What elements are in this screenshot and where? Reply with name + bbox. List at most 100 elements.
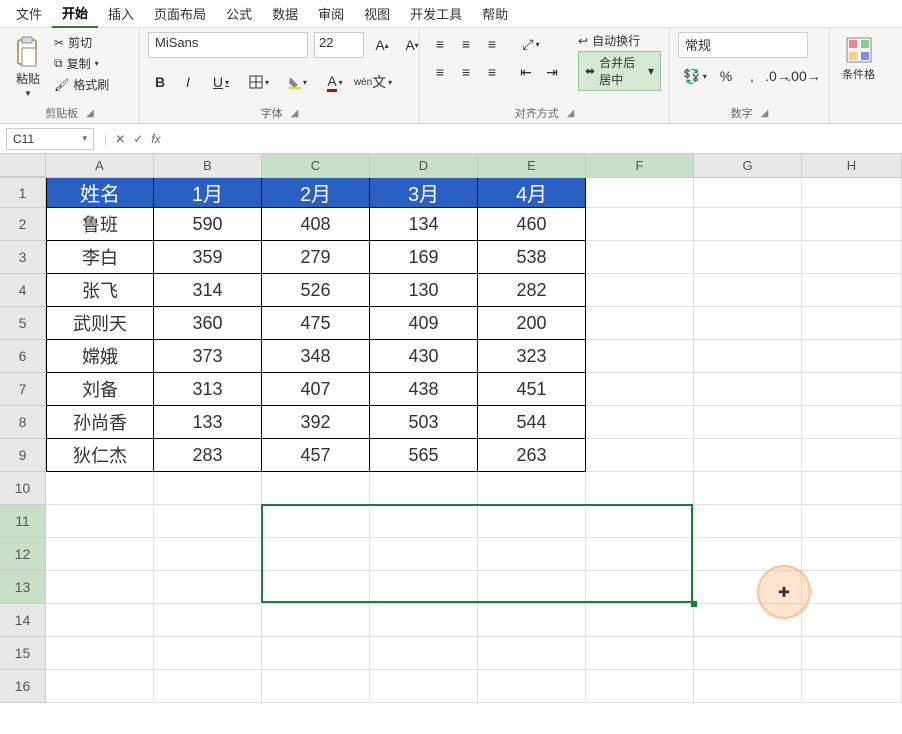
cell-E15[interactable] xyxy=(478,637,586,670)
cell-A8[interactable]: 孙尚香 xyxy=(46,406,154,439)
menu-item-6[interactable]: 审阅 xyxy=(308,0,354,27)
cell-A9[interactable]: 狄仁杰 xyxy=(46,439,154,472)
cell-A4[interactable]: 张飞 xyxy=(46,274,154,307)
col-header-C[interactable]: C xyxy=(262,154,370,177)
cell-A11[interactable] xyxy=(46,505,154,538)
cell-G10[interactable] xyxy=(694,472,802,505)
cell-B16[interactable] xyxy=(154,670,262,703)
align-middle-icon[interactable]: ≡ xyxy=(454,32,478,56)
align-top-icon[interactable]: ≡ xyxy=(428,32,452,56)
paste-button[interactable]: 粘贴 ▼ xyxy=(8,32,48,102)
row-header-16[interactable]: 16 xyxy=(0,670,46,703)
copy-button[interactable]: ⧉ 复制 ▾ xyxy=(54,55,109,72)
fx-icon[interactable]: fx xyxy=(147,132,164,146)
cell-G2[interactable] xyxy=(694,208,802,241)
cell-G8[interactable] xyxy=(694,406,802,439)
cell-G5[interactable] xyxy=(694,307,802,340)
row-header-11[interactable]: 11 xyxy=(0,505,46,538)
cell-D2[interactable]: 134 xyxy=(370,208,478,241)
cell-H16[interactable] xyxy=(802,670,902,703)
cell-B6[interactable]: 373 xyxy=(154,340,262,373)
cell-H9[interactable] xyxy=(802,439,902,472)
row-header-6[interactable]: 6 xyxy=(0,340,46,373)
cell-D14[interactable] xyxy=(370,604,478,637)
cell-B10[interactable] xyxy=(154,472,262,505)
cell-H11[interactable] xyxy=(802,505,902,538)
cell-C2[interactable]: 408 xyxy=(262,208,370,241)
cell-C15[interactable] xyxy=(262,637,370,670)
cell-C11[interactable] xyxy=(262,505,370,538)
col-header-D[interactable]: D xyxy=(370,154,478,177)
merge-center-button[interactable]: ⬌ 合并后居中 ▾ xyxy=(578,51,661,91)
cell-F13[interactable] xyxy=(586,571,694,604)
cell-A12[interactable] xyxy=(46,538,154,571)
cell-G9[interactable] xyxy=(694,439,802,472)
cell-C5[interactable]: 475 xyxy=(262,307,370,340)
cell-C14[interactable] xyxy=(262,604,370,637)
cell-G15[interactable] xyxy=(694,637,802,670)
cell-H8[interactable] xyxy=(802,406,902,439)
row-header-10[interactable]: 10 xyxy=(0,472,46,505)
cell-A10[interactable] xyxy=(46,472,154,505)
cell-B8[interactable]: 133 xyxy=(154,406,262,439)
row-header-1[interactable]: 1 xyxy=(0,178,46,208)
cell-A13[interactable] xyxy=(46,571,154,604)
cell-A16[interactable] xyxy=(46,670,154,703)
cell-D10[interactable] xyxy=(370,472,478,505)
accept-formula-icon[interactable]: ✓ xyxy=(129,132,147,146)
menu-item-8[interactable]: 开发工具 xyxy=(400,0,472,27)
cell-C1[interactable]: 2月 xyxy=(262,178,370,208)
cell-H12[interactable] xyxy=(802,538,902,571)
font-size-select[interactable]: 22 xyxy=(314,32,364,58)
cell-E2[interactable]: 460 xyxy=(478,208,586,241)
cell-F7[interactable] xyxy=(586,373,694,406)
cell-E9[interactable]: 263 xyxy=(478,439,586,472)
cell-E11[interactable] xyxy=(478,505,586,538)
col-header-B[interactable]: B xyxy=(154,154,262,177)
cell-G11[interactable] xyxy=(694,505,802,538)
menu-item-3[interactable]: 页面布局 xyxy=(144,0,216,27)
cell-A14[interactable] xyxy=(46,604,154,637)
currency-button[interactable]: 💱▾ xyxy=(678,64,712,88)
menu-item-7[interactable]: 视图 xyxy=(354,0,400,27)
cell-B13[interactable] xyxy=(154,571,262,604)
cell-F9[interactable] xyxy=(586,439,694,472)
cell-E13[interactable] xyxy=(478,571,586,604)
fill-color-button[interactable]: ▾ xyxy=(280,70,314,94)
cell-F15[interactable] xyxy=(586,637,694,670)
orientation-button[interactable]: ⤢▾ xyxy=(514,32,548,56)
spreadsheet-grid[interactable]: ABCDEFGH 1姓名1月2月3月4月2鲁班5904081344603李白35… xyxy=(0,154,902,703)
row-header-7[interactable]: 7 xyxy=(0,373,46,406)
cell-C10[interactable] xyxy=(262,472,370,505)
indent-increase-icon[interactable]: ⇥ xyxy=(540,60,564,84)
cell-H6[interactable] xyxy=(802,340,902,373)
underline-button[interactable]: U▾ xyxy=(204,70,238,94)
align-bottom-icon[interactable]: ≡ xyxy=(480,32,504,56)
cell-E4[interactable]: 282 xyxy=(478,274,586,307)
cell-D3[interactable]: 169 xyxy=(370,241,478,274)
cell-B9[interactable]: 283 xyxy=(154,439,262,472)
cell-H14[interactable] xyxy=(802,604,902,637)
dialog-launcher-icon[interactable]: ◢ xyxy=(761,108,769,119)
cell-B2[interactable]: 590 xyxy=(154,208,262,241)
cell-C9[interactable]: 457 xyxy=(262,439,370,472)
cell-A15[interactable] xyxy=(46,637,154,670)
cell-H10[interactable] xyxy=(802,472,902,505)
cell-F1[interactable] xyxy=(586,178,694,208)
number-format-select[interactable]: 常规 xyxy=(678,32,808,58)
menu-item-1[interactable]: 开始 xyxy=(52,0,98,28)
cell-E1[interactable]: 4月 xyxy=(478,178,586,208)
cell-G6[interactable] xyxy=(694,340,802,373)
menu-item-0[interactable]: 文件 xyxy=(6,0,52,27)
cell-A1[interactable]: 姓名 xyxy=(46,178,154,208)
cell-E10[interactable] xyxy=(478,472,586,505)
bold-button[interactable]: B xyxy=(148,70,172,94)
cell-E6[interactable]: 323 xyxy=(478,340,586,373)
comma-button[interactable]: , xyxy=(740,64,764,88)
cell-C16[interactable] xyxy=(262,670,370,703)
cell-F2[interactable] xyxy=(586,208,694,241)
cell-F8[interactable] xyxy=(586,406,694,439)
cell-H4[interactable] xyxy=(802,274,902,307)
format-painter-button[interactable]: 🖌 格式刷 xyxy=(54,76,109,93)
menu-item-2[interactable]: 插入 xyxy=(98,0,144,27)
